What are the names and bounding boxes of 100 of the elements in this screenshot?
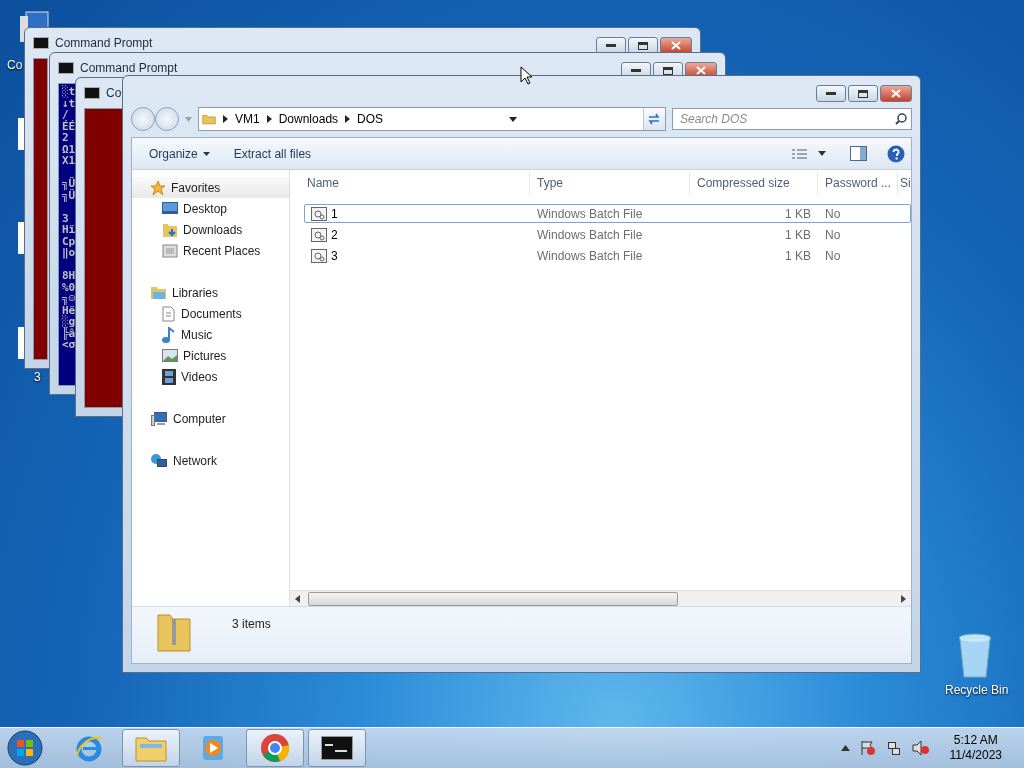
nav-item[interactable]: Pictures — [183, 348, 227, 363]
file-name: 1 — [305, 206, 531, 221]
close-icon — [671, 41, 681, 50]
nav-label: Libraries — [172, 285, 219, 300]
media-player-icon — [200, 735, 226, 761]
nav-group[interactable]: Favorites — [132, 177, 289, 198]
time-text: 5:12 AM — [953, 733, 998, 748]
console-text: Cp — [62, 235, 76, 247]
search-field[interactable]: Search DOS — [672, 108, 912, 130]
console-text: <σ — [62, 339, 76, 351]
horizontal-scrollbar[interactable] — [290, 590, 911, 606]
chevron-icon — [223, 115, 228, 123]
refresh-icon — [647, 113, 662, 125]
start-button[interactable] — [6, 729, 44, 767]
caret-icon[interactable] — [818, 151, 826, 156]
document-icon — [162, 305, 176, 322]
nav-label: Computer — [173, 411, 226, 426]
console-text: ╠â — [62, 327, 76, 339]
column-header[interactable]: Type — [530, 171, 690, 195]
arrow-right-icon[interactable] — [899, 594, 907, 603]
console-text: ↓t — [62, 97, 76, 109]
window-title: Command Prompt — [55, 36, 153, 50]
nav-label: Favorites — [171, 180, 221, 195]
console-icon — [58, 62, 74, 74]
console-text: ░t — [62, 86, 76, 98]
column-header[interactable]: Name — [290, 171, 530, 195]
file-name: 2 — [305, 227, 531, 242]
desktop-icon-label[interactable]: 3 — [34, 370, 41, 384]
console-icon — [321, 736, 353, 760]
network-icon[interactable] — [885, 740, 902, 756]
minimize-icon — [606, 44, 616, 47]
console-icon — [84, 87, 100, 99]
library-icon — [150, 285, 167, 300]
preview-pane-icon[interactable] — [850, 146, 867, 161]
console-text: X1 — [62, 155, 76, 167]
close-icon — [891, 89, 901, 98]
caret-icon[interactable] — [509, 116, 518, 122]
breadcrumb[interactable]: Downloads — [278, 112, 339, 126]
caret-icon[interactable] — [840, 745, 850, 751]
folder-icon — [162, 221, 178, 238]
minimize-icon — [631, 69, 641, 72]
toolbar-button[interactable]: Extract all files — [226, 143, 319, 164]
help-icon[interactable] — [887, 144, 905, 163]
clock[interactable]: 5:12 AM 11/4/2023 — [949, 733, 1002, 763]
nav-item[interactable]: Music — [181, 327, 213, 342]
console-text: %0 — [62, 281, 76, 293]
file-size: 1 KB — [784, 227, 812, 242]
file-row[interactable]: 2 Windows Batch File 1 KB No — [304, 225, 911, 244]
maximize-icon — [638, 41, 648, 50]
taskbar-button[interactable] — [308, 729, 366, 767]
folder-icon — [135, 734, 167, 762]
console-text: / — [62, 109, 69, 121]
nav-group[interactable]: Network — [132, 450, 289, 471]
column-header[interactable]: Password ... — [818, 171, 898, 195]
maximize-button[interactable] — [848, 85, 878, 102]
flag-icon[interactable] — [859, 740, 876, 756]
console-text: ░g — [62, 316, 76, 328]
breadcrumb[interactable]: DOS — [357, 112, 384, 126]
nav-item[interactable]: Desktop — [183, 201, 228, 216]
file-type: Windows Batch File — [536, 248, 644, 263]
console-text: ╗Ü — [62, 189, 76, 201]
nav-item[interactable]: Documents — [181, 306, 242, 321]
column-header[interactable]: Compressed size — [690, 171, 818, 195]
nav-group[interactable]: Computer — [132, 408, 289, 429]
arrow-left-icon[interactable] — [294, 594, 302, 603]
minimize-icon — [826, 92, 836, 95]
recycle-bin-icon[interactable] — [957, 632, 993, 680]
refresh-button[interactable] — [643, 108, 665, 130]
toolbar-button[interactable]: Organize — [142, 143, 217, 164]
password-cell-text: No — [824, 227, 842, 242]
scrollbar-thumb[interactable] — [308, 591, 678, 606]
date-text: 11/4/2023 — [949, 748, 1002, 763]
zip-folder-icon — [154, 611, 194, 653]
network-icon — [150, 452, 168, 469]
batch-file-icon — [311, 206, 327, 221]
file-row[interactable]: 3 Windows Batch File 1 KB No — [304, 246, 911, 265]
breadcrumb[interactable]: VM1 — [235, 112, 260, 126]
pointer-icon — [520, 66, 533, 85]
recycle-bin-label[interactable]: Recycle Bin — [945, 683, 1009, 697]
nav-group[interactable]: Libraries — [132, 282, 289, 303]
computer-icon — [150, 410, 168, 427]
speaker-icon[interactable] — [911, 740, 930, 756]
address-bar[interactable]: VM1 Downloads DOS — [198, 107, 666, 131]
film-icon — [162, 368, 176, 385]
column-header[interactable]: Si — [898, 171, 911, 195]
desktop-icon-label[interactable]: Co — [7, 58, 23, 72]
picture-icon — [162, 348, 178, 363]
file-size: 1 KB — [784, 248, 812, 263]
console-text: ‖o — [62, 247, 76, 259]
batch-file-icon — [311, 227, 327, 242]
close-button[interactable] — [880, 85, 912, 102]
file-row[interactable]: 1 Windows Batch File 1 KB No — [304, 204, 911, 223]
minimize-button[interactable] — [816, 85, 846, 102]
nav-item[interactable]: Downloads — [183, 222, 243, 237]
chevron-icon — [266, 115, 272, 123]
console-text: ÉÉ — [62, 120, 76, 132]
file-type: Windows Batch File — [536, 206, 644, 221]
window-title: Command Prompt — [80, 61, 178, 75]
nav-item[interactable]: Videos — [181, 369, 218, 384]
nav-item[interactable]: Recent Places — [183, 243, 261, 258]
